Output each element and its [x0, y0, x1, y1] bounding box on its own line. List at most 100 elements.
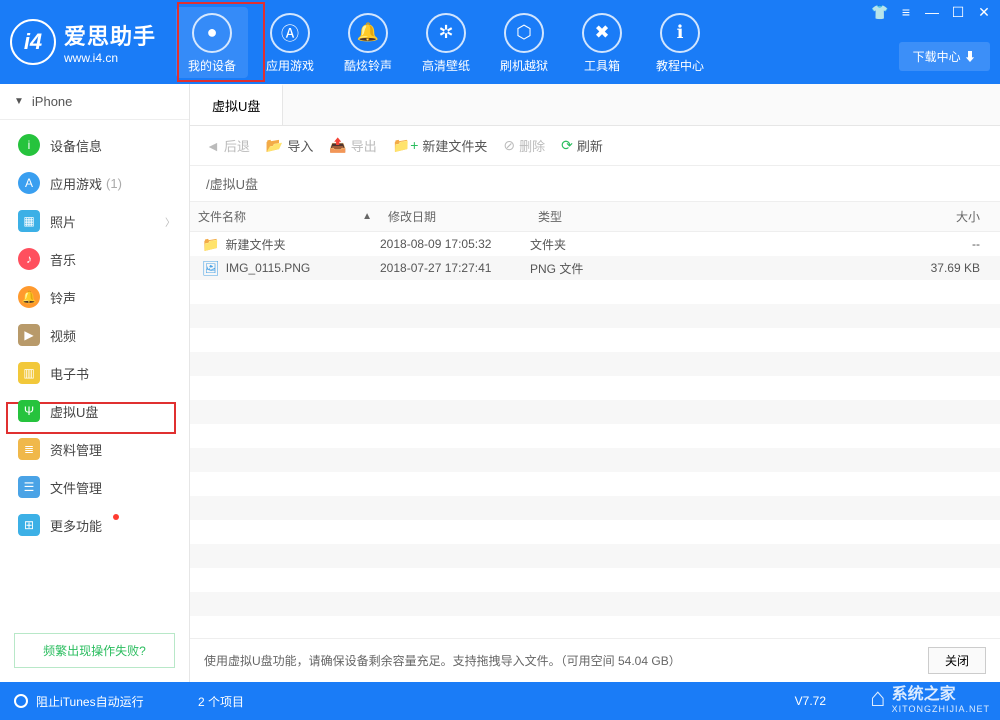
- table-row[interactable]: 🖼IMG_0115.PNG2018-07-27 17:27:41PNG 文件37…: [190, 256, 1000, 280]
- sidebar-icon-2: ▦: [18, 210, 40, 232]
- path-bar[interactable]: /虚拟U盘: [190, 166, 1000, 202]
- sidebar-item-9[interactable]: ☰文件管理: [0, 468, 189, 506]
- sidebar-icon-8: ≣: [18, 438, 40, 460]
- nav-apple[interactable]: ●我的设备: [176, 7, 248, 78]
- box-icon: ⬡: [504, 13, 544, 53]
- header: i4 爱思助手 www.i4.cn ●我的设备Ⓐ应用游戏🔔酷炫铃声✲高清壁纸⬡刷…: [0, 0, 1000, 84]
- table-row: [190, 568, 1000, 592]
- tools-icon: ✖: [582, 13, 622, 53]
- table-row: [190, 424, 1000, 448]
- sidebar-item-0[interactable]: i设备信息: [0, 126, 189, 164]
- sidebar-item-5[interactable]: ▶视频: [0, 316, 189, 354]
- download-icon: ⬇: [964, 50, 976, 64]
- grid-header: 文件名称▲ 修改日期 类型 大小: [190, 202, 1000, 232]
- table-row: [190, 472, 1000, 496]
- sidebar-icon-0: i: [18, 134, 40, 156]
- sidebar-icon-5: ▶: [18, 324, 40, 346]
- sidebar-icon-7: Ψ: [18, 400, 40, 422]
- menu-icon[interactable]: ≡: [896, 4, 916, 20]
- table-row[interactable]: 📁新建文件夹2018-08-09 17:05:32文件夹--: [190, 232, 1000, 256]
- table-row: [190, 448, 1000, 472]
- image-icon: 🖼: [202, 260, 220, 277]
- app-url: www.i4.cn: [64, 51, 156, 65]
- toolbar: ◄后退 📂导入 📤导出 📁+新建文件夹 ⊘删除 ⟳刷新: [190, 126, 1000, 166]
- col-size[interactable]: 大小: [680, 202, 1000, 231]
- chevron-down-icon: ▼: [14, 96, 24, 107]
- sidebar-icon-6: ▥: [18, 362, 40, 384]
- maximize-button[interactable]: ☐: [948, 4, 968, 20]
- tab-virtual-udisk[interactable]: 虚拟U盘: [190, 84, 283, 125]
- export-button[interactable]: 📤导出: [329, 136, 376, 155]
- table-row: [190, 352, 1000, 376]
- logo-icon: i4: [10, 19, 56, 65]
- nav-bell[interactable]: 🔔酷炫铃声: [332, 7, 404, 78]
- app-title: 爱思助手: [64, 19, 156, 51]
- delete-button[interactable]: ⊘删除: [503, 136, 545, 155]
- minimize-button[interactable]: —: [922, 4, 942, 20]
- sidebar-item-8[interactable]: ≣资料管理: [0, 430, 189, 468]
- itunes-toggle-label[interactable]: 阻止iTunes自动运行: [36, 693, 144, 710]
- table-row: [190, 544, 1000, 568]
- sidebar-item-10[interactable]: ⊞更多功能: [0, 506, 189, 544]
- table-row: [190, 376, 1000, 400]
- download-center-button[interactable]: 下载中心 ⬇: [899, 42, 990, 71]
- notification-dot: [113, 514, 119, 520]
- new-folder-button[interactable]: 📁+新建文件夹: [393, 136, 488, 155]
- top-nav: ●我的设备Ⓐ应用游戏🔔酷炫铃声✲高清壁纸⬡刷机越狱✖工具箱ℹ教程中心: [176, 7, 716, 78]
- table-row: [190, 616, 1000, 638]
- house-icon: ⌂: [870, 682, 886, 713]
- device-dropdown[interactable]: ▼ iPhone: [0, 84, 189, 120]
- status-bar: 阻止iTunes自动运行 2 个项目 V7.72 ⌂ 系统之家 XITONGZH…: [0, 682, 1000, 720]
- col-name[interactable]: 文件名称▲: [190, 202, 380, 231]
- notice-bar: 使用虚拟U盘功能，请确保设备剩余容量充足。支持拖拽导入文件。（可用空间 54.0…: [190, 638, 1000, 682]
- sidebar-item-4[interactable]: 🔔铃声: [0, 278, 189, 316]
- folder-icon: 📁: [202, 236, 219, 253]
- back-button[interactable]: ◄后退: [206, 136, 250, 155]
- help-link[interactable]: 频繁出现操作失败?: [14, 633, 175, 668]
- apple-icon: ●: [192, 13, 232, 53]
- nav-app[interactable]: Ⓐ应用游戏: [254, 7, 326, 78]
- sidebar-item-2[interactable]: ▦照片〉: [0, 202, 189, 240]
- chevron-right-icon: 〉: [165, 214, 175, 229]
- export-icon: 📤: [329, 137, 346, 154]
- bell-icon: 🔔: [348, 13, 388, 53]
- notice-text: 使用虚拟U盘功能，请确保设备剩余容量充足。支持拖拽导入文件。（可用空间 54.0…: [204, 652, 681, 669]
- file-grid: 文件名称▲ 修改日期 类型 大小 📁新建文件夹2018-08-09 17:05:…: [190, 202, 1000, 638]
- sidebar-icon-1: A: [18, 172, 40, 194]
- sidebar-item-1[interactable]: A应用游戏(1): [0, 164, 189, 202]
- delete-icon: ⊘: [503, 137, 515, 154]
- import-icon: 📂: [266, 137, 283, 154]
- table-row: [190, 400, 1000, 424]
- watermark: ⌂ 系统之家 XITONGZHIJIA.NET: [870, 680, 990, 714]
- refresh-button[interactable]: ⟳刷新: [561, 136, 603, 155]
- table-row: [190, 520, 1000, 544]
- sidebar-icon-3: ♪: [18, 248, 40, 270]
- table-row: [190, 592, 1000, 616]
- table-row: [190, 328, 1000, 352]
- table-row: [190, 496, 1000, 520]
- shirt-icon[interactable]: 👕: [870, 4, 890, 20]
- import-button[interactable]: 📂导入: [266, 136, 313, 155]
- back-icon: ◄: [206, 138, 220, 154]
- sidebar: ▼ iPhone i设备信息A应用游戏(1)▦照片〉♪音乐🔔铃声▶视频▥电子书Ψ…: [0, 84, 190, 682]
- sidebar-item-3[interactable]: ♪音乐: [0, 240, 189, 278]
- nav-tools[interactable]: ✖工具箱: [566, 7, 638, 78]
- nav-info[interactable]: ℹ教程中心: [644, 7, 716, 78]
- close-panel-button[interactable]: 关闭: [928, 647, 986, 674]
- nav-box[interactable]: ⬡刷机越狱: [488, 7, 560, 78]
- flower-icon: ✲: [426, 13, 466, 53]
- col-date[interactable]: 修改日期: [380, 202, 530, 231]
- main-panel: 虚拟U盘 ◄后退 📂导入 📤导出 📁+新建文件夹 ⊘删除 ⟳刷新 /虚拟U盘 文…: [190, 84, 1000, 682]
- tabs: 虚拟U盘: [190, 84, 1000, 126]
- table-row: [190, 304, 1000, 328]
- radio-icon[interactable]: [14, 694, 28, 708]
- item-count: 2 个项目: [198, 693, 244, 710]
- sidebar-item-7[interactable]: Ψ虚拟U盘: [0, 392, 189, 430]
- sidebar-icon-10: ⊞: [18, 514, 40, 536]
- close-button[interactable]: ✕: [974, 4, 994, 20]
- sidebar-item-6[interactable]: ▥电子书: [0, 354, 189, 392]
- col-type[interactable]: 类型: [530, 202, 680, 231]
- new-folder-icon: 📁+: [393, 137, 419, 154]
- logo[interactable]: i4 爱思助手 www.i4.cn: [10, 19, 156, 65]
- nav-flower[interactable]: ✲高清壁纸: [410, 7, 482, 78]
